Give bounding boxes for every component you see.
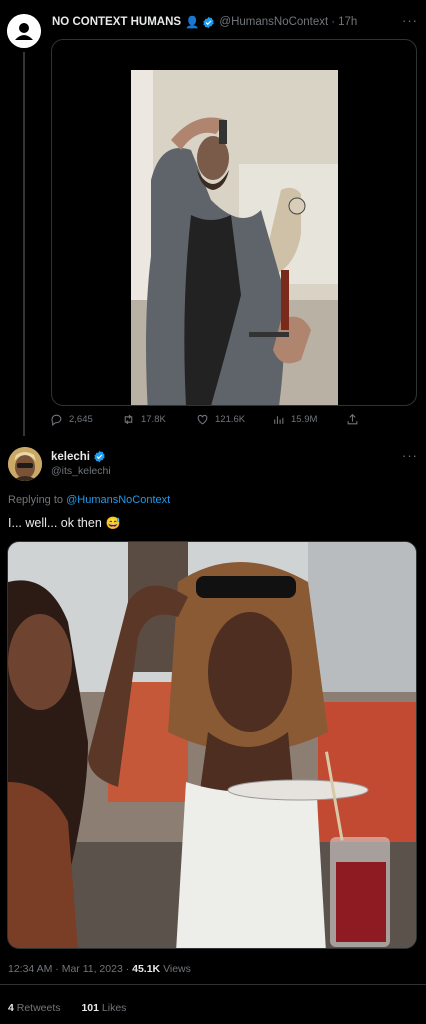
reply-action[interactable]: 2,645	[50, 413, 93, 426]
more-options-icon[interactable]: ···	[402, 13, 418, 28]
heart-icon	[197, 414, 208, 425]
reply-text-body: I... well... ok then	[8, 516, 102, 530]
like-action[interactable]: 121.6K	[196, 413, 245, 426]
reply-more-options-icon[interactable]: ···	[402, 448, 418, 463]
reply-icon	[51, 414, 62, 426]
reply-views-label: Views	[160, 963, 191, 975]
reply-timestamp[interactable]: 12:34 AM · Mar 11, 2023 ·	[8, 963, 132, 975]
retweets-label: Retweets	[13, 1002, 61, 1014]
photo-image	[8, 542, 416, 948]
original-tweet: NO CONTEXT HUMANS 👤 @HumansNoContext · 1…	[0, 0, 426, 436]
reply-author-handle[interactable]: @its_kelechi	[51, 465, 111, 477]
retweets-stat[interactable]: 4 Retweets	[8, 1002, 61, 1014]
reply-views-count: 45.1K	[132, 963, 161, 975]
default-avatar[interactable]	[7, 14, 41, 48]
views-action[interactable]: 15.9M	[272, 413, 317, 426]
reply-meta: 12:34 AM · Mar 11, 2023 · 45.1K Views	[8, 963, 191, 975]
verified-badge-icon	[94, 450, 105, 463]
reply-author-avatar[interactable]	[8, 447, 42, 481]
reply-author-line: kelechi	[51, 450, 110, 463]
video-frame-image	[131, 70, 338, 405]
replying-prefix: Replying to	[8, 494, 67, 506]
retweet-icon	[124, 414, 133, 425]
retweet-action[interactable]: 17.8K	[122, 413, 166, 426]
verified-badge-icon	[203, 16, 215, 28]
like-count: 121.6K	[215, 414, 246, 425]
tweet-video[interactable]	[51, 39, 417, 406]
reply-image[interactable]	[7, 541, 417, 949]
author-handle[interactable]: @HumansNoContext	[219, 16, 328, 28]
share-action[interactable]	[346, 413, 359, 426]
tweet-header: NO CONTEXT HUMANS 👤 @HumansNoContext · 1…	[52, 14, 357, 30]
avatar-image	[8, 447, 42, 481]
author-emoji: 👤	[185, 17, 200, 29]
analytics-icon	[274, 416, 284, 424]
reply-text: I... well... ok then 😅	[8, 516, 121, 530]
likes-count: 101	[81, 1002, 99, 1014]
tweet-time[interactable]: 17h	[338, 16, 357, 28]
reply-stats: 4 Retweets 101 Likes	[8, 1002, 126, 1014]
reply-author-name[interactable]: kelechi	[51, 451, 90, 463]
divider	[0, 984, 426, 985]
views-count: 15.9M	[291, 414, 318, 425]
replying-to-link[interactable]: @HumansNoContext	[66, 494, 170, 506]
retweet-count: 17.8K	[141, 414, 166, 425]
likes-stat[interactable]: 101 Likes	[81, 1002, 126, 1014]
share-icon	[347, 413, 358, 425]
reply-count: 2,645	[69, 414, 93, 425]
likes-label: Likes	[98, 1002, 127, 1014]
grinning-sweat-emoji: 😅	[105, 516, 121, 530]
thread-line	[23, 52, 25, 436]
separator-dot: ·	[331, 16, 336, 28]
replying-to-line: Replying to @HumansNoContext	[8, 494, 170, 506]
author-name[interactable]: NO CONTEXT HUMANS	[52, 16, 181, 28]
person-silhouette-icon	[7, 14, 41, 48]
tweet-actions: 2,645 17.8K 121.6K 15.9M	[50, 413, 370, 431]
